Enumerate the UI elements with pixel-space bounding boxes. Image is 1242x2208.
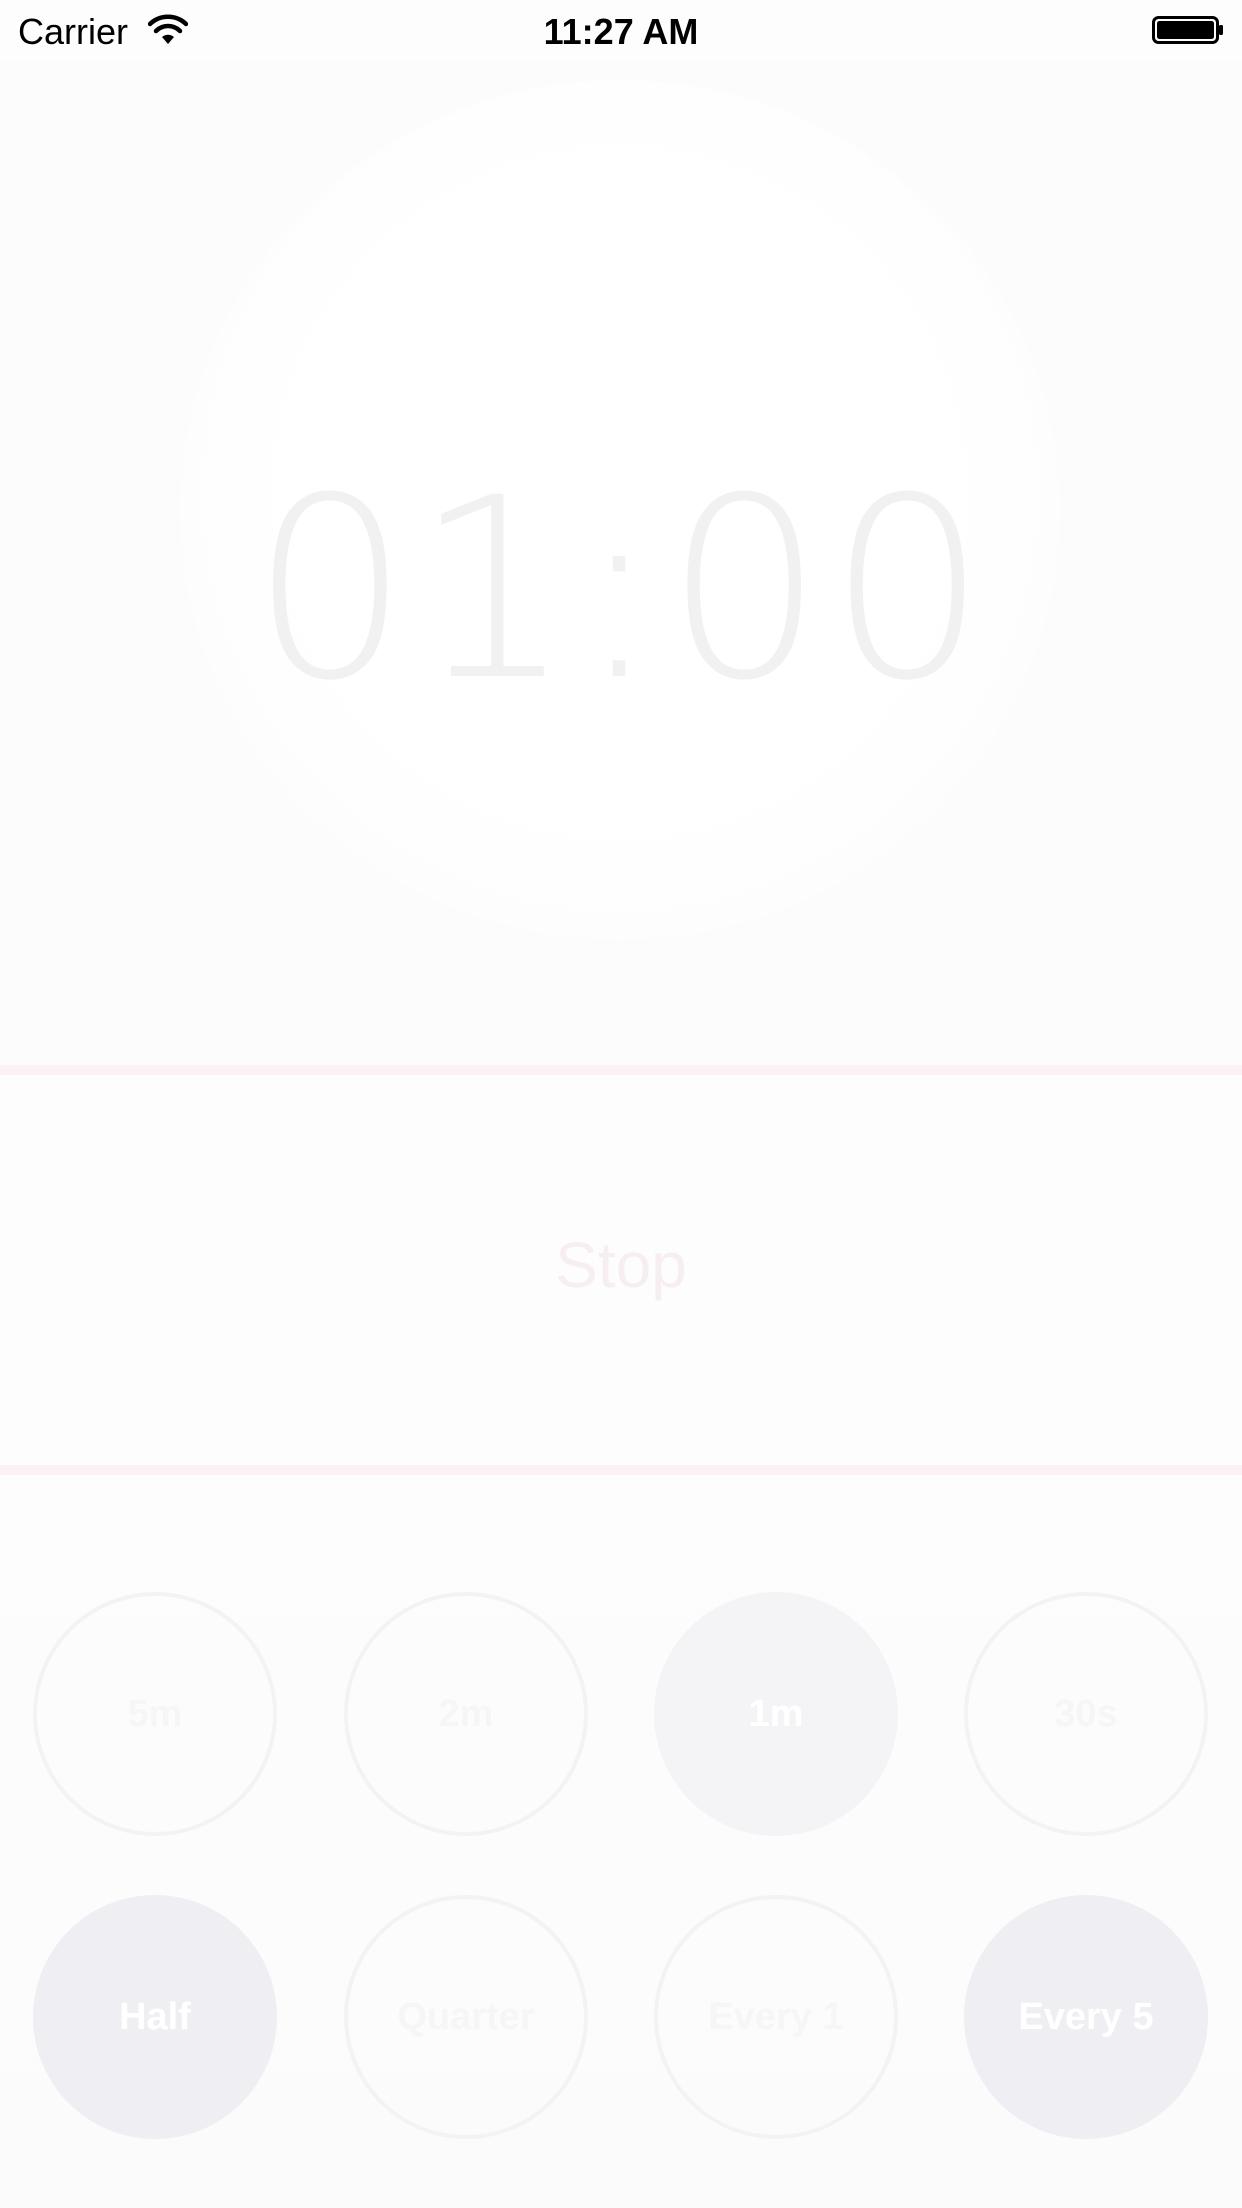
status-bar: Carrier 11:27 AM xyxy=(0,0,1242,60)
interval-option-5m[interactable]: 5m xyxy=(33,1592,277,1836)
timer-display: 01:00 xyxy=(250,444,992,735)
stop-area: Stop xyxy=(0,1075,1242,1465)
timer-area: 01:00 xyxy=(0,60,1242,1065)
interval-option-30s[interactable]: 30s xyxy=(964,1592,1208,1836)
battery-icon xyxy=(1152,16,1223,44)
interval-option-2m[interactable]: 2m xyxy=(344,1592,588,1836)
interval-option-1m[interactable]: 1m xyxy=(654,1592,898,1836)
stop-button[interactable]: Stop xyxy=(421,1185,821,1345)
options-panel: 5m 2m 1m 30s Half Quarter Every 1 Every … xyxy=(0,1475,1242,2208)
alert-option-every-1[interactable]: Every 1 xyxy=(654,1895,898,2139)
divider xyxy=(0,1465,1242,1475)
alert-option-half[interactable]: Half xyxy=(33,1895,277,2139)
divider xyxy=(0,1065,1242,1075)
alert-option-every-5[interactable]: Every 5 xyxy=(964,1895,1208,2139)
alert-option-quarter[interactable]: Quarter xyxy=(344,1895,588,2139)
status-time: 11:27 AM xyxy=(543,11,699,52)
